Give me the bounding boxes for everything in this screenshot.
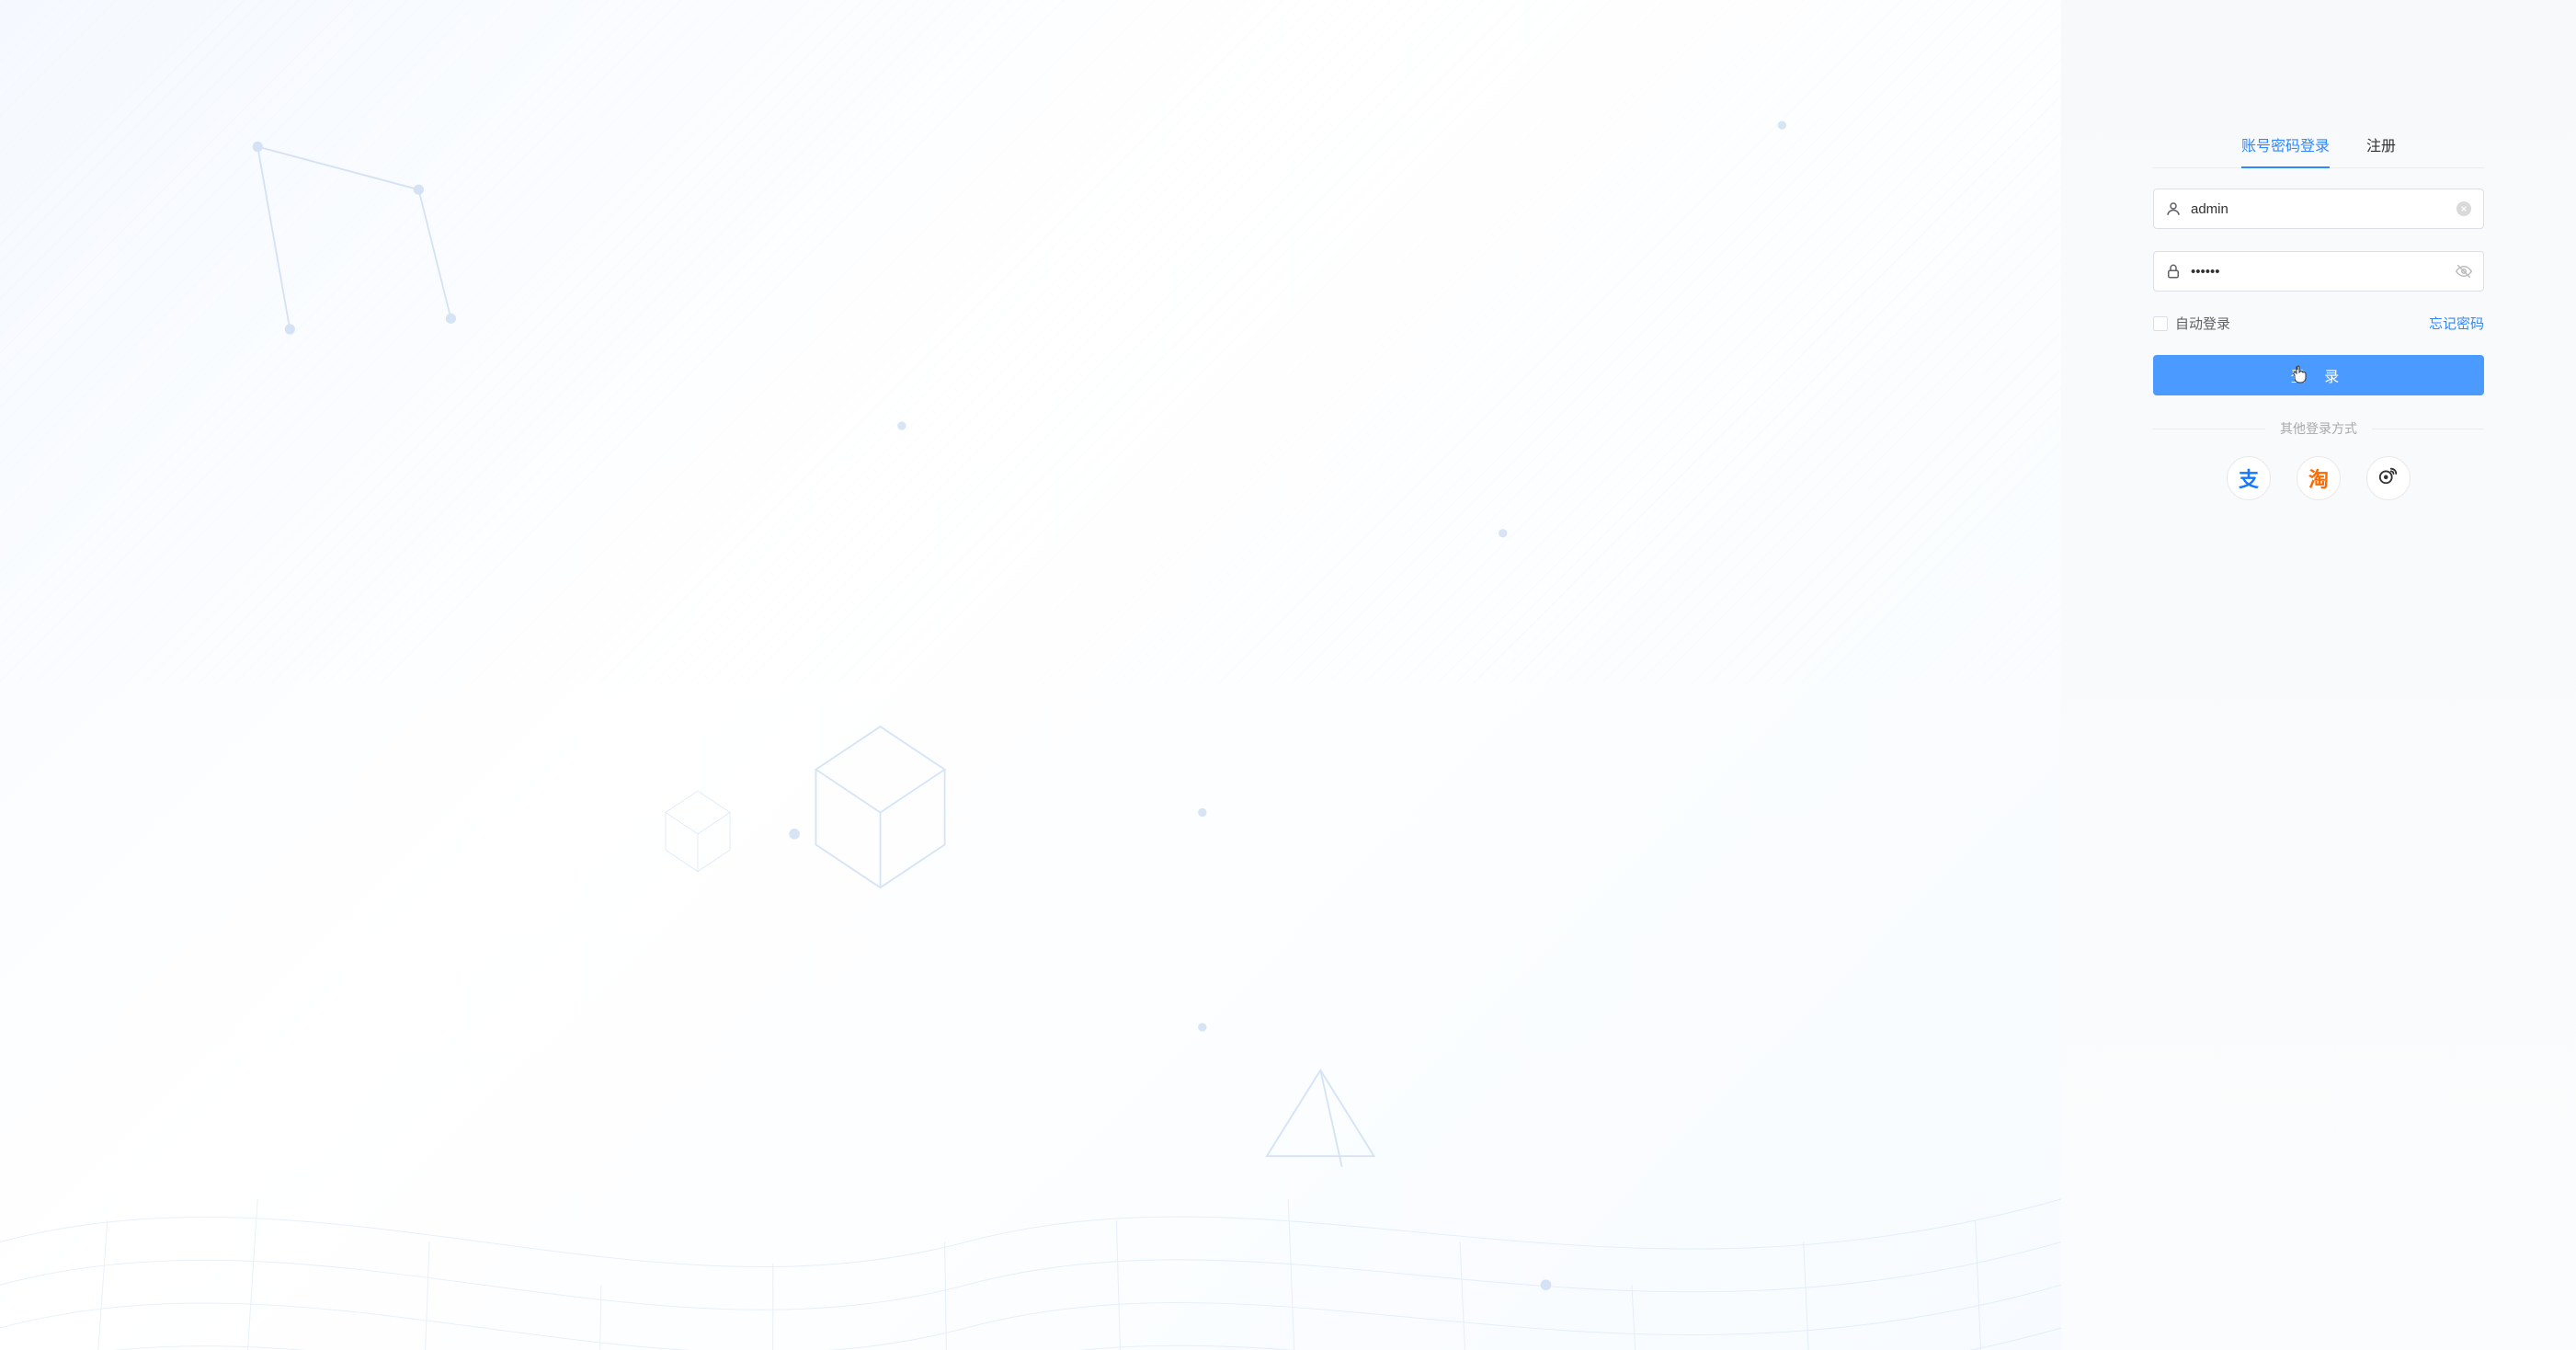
username-input-wrap[interactable]: [2153, 189, 2484, 229]
social-login-row: 支 淘: [2153, 456, 2484, 500]
checkbox-box: [2153, 316, 2168, 331]
login-button-label: 登 录: [2291, 364, 2346, 386]
login-panel: 账号密码登录 注册: [2061, 0, 2576, 1350]
password-input[interactable]: [2182, 264, 2456, 280]
user-icon: [2165, 200, 2182, 217]
auto-login-label: 自动登录: [2175, 314, 2230, 333]
weibo-login-button[interactable]: [2366, 456, 2411, 500]
taobao-login-button[interactable]: 淘: [2297, 456, 2341, 500]
clear-icon[interactable]: [2456, 200, 2472, 217]
other-login-divider: 其他登录方式: [2153, 419, 2484, 438]
login-box: 账号密码登录 注册: [2153, 133, 2484, 500]
forgot-password-link[interactable]: 忘记密码: [2429, 314, 2484, 333]
divider-text: 其他登录方式: [2265, 419, 2372, 438]
login-button[interactable]: 登 录: [2153, 355, 2484, 395]
tab-register[interactable]: 注册: [2366, 133, 2396, 168]
background-graphic: [0, 0, 2061, 1350]
auth-tabs: 账号密码登录 注册: [2153, 133, 2484, 168]
weibo-icon: [2378, 465, 2399, 491]
decorative-left-panel: [0, 0, 2061, 1350]
password-input-wrap[interactable]: [2153, 251, 2484, 292]
eye-off-icon[interactable]: [2456, 263, 2472, 280]
alipay-icon: 支: [2239, 463, 2259, 493]
auto-login-checkbox[interactable]: 自动登录: [2153, 314, 2230, 333]
alipay-login-button[interactable]: 支: [2227, 456, 2271, 500]
lock-icon: [2165, 263, 2182, 280]
tab-password-login[interactable]: 账号密码登录: [2241, 133, 2330, 168]
taobao-icon: 淘: [2308, 463, 2329, 493]
options-row: 自动登录 忘记密码: [2153, 314, 2484, 333]
username-input[interactable]: [2182, 201, 2456, 217]
